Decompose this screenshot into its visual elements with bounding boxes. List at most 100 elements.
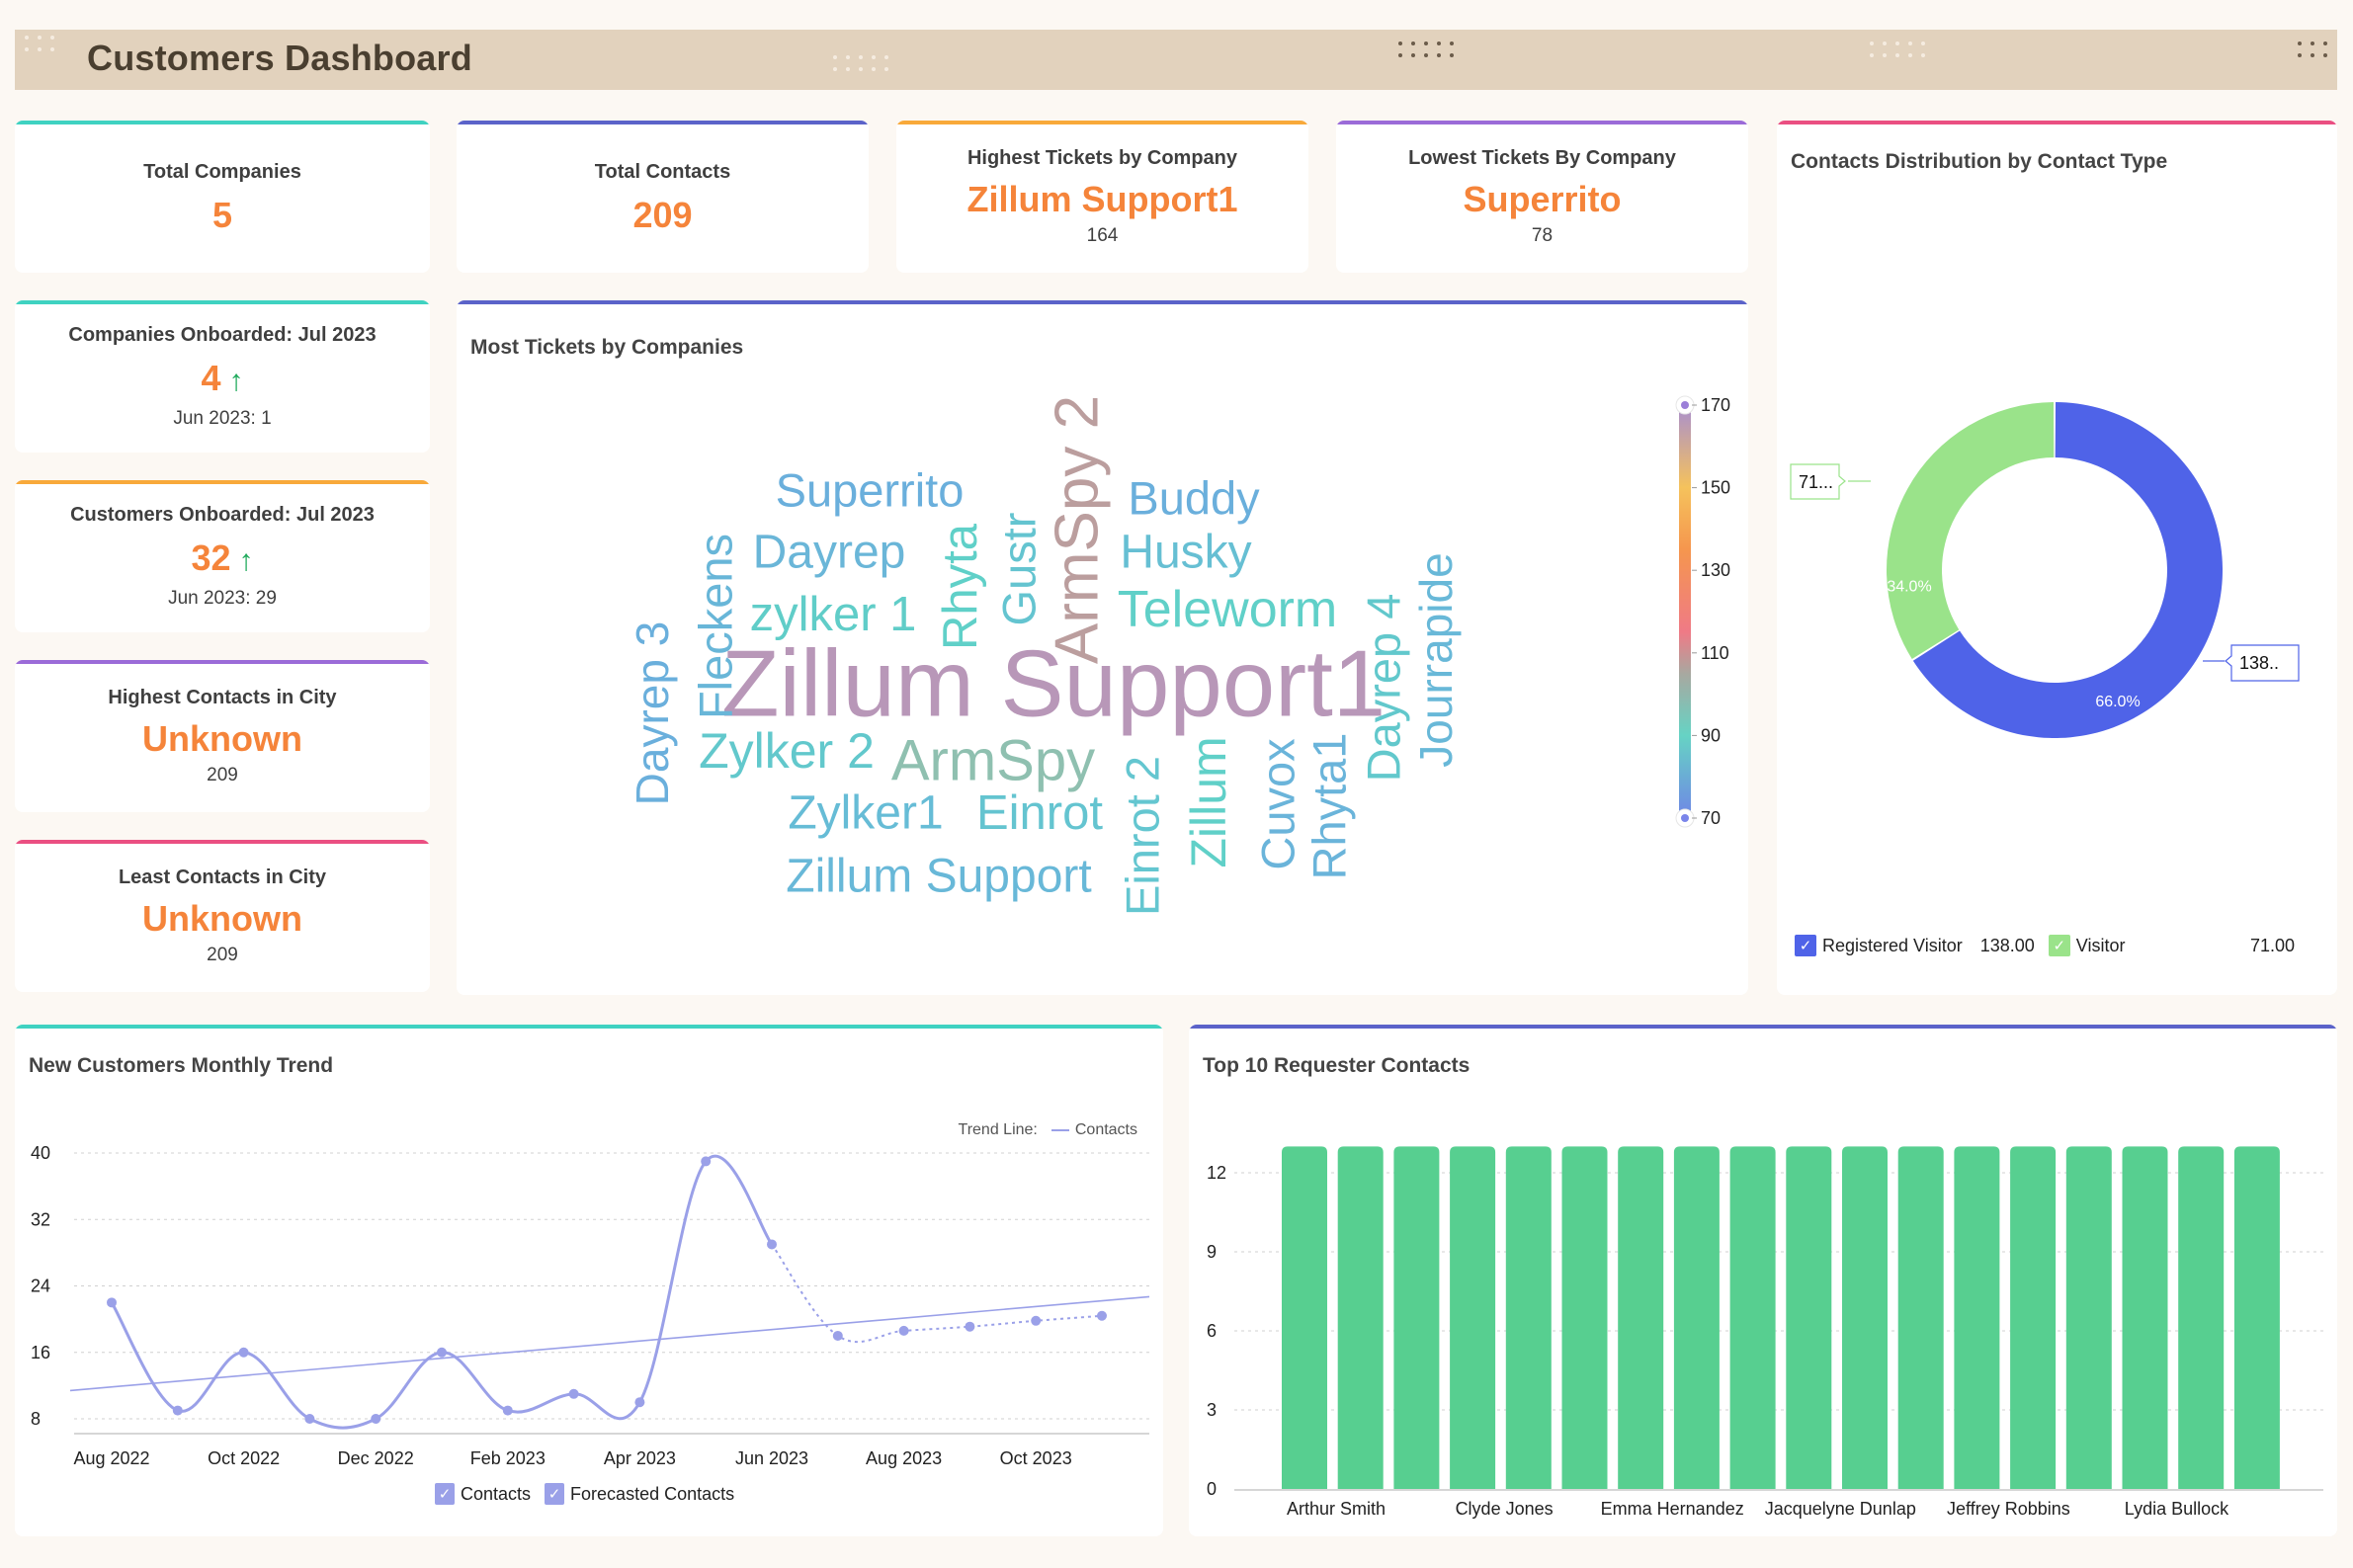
data-point-contacts [238, 1347, 249, 1358]
data-point-contacts [107, 1297, 117, 1308]
kpi-highest-tickets[interactable]: Highest Tickets by Company Zillum Suppor… [896, 121, 1308, 273]
kpi-least-contacts-city[interactable]: Least Contacts in City Unknown 209 [15, 840, 430, 992]
kpi-value: Unknown [142, 717, 302, 759]
legend-label: Forecasted Contacts [570, 1483, 735, 1504]
scale-tick-label: 130 [1701, 560, 1730, 580]
bar-chart-card: Top 10 Requester Contacts 0 3 6 9 12 Arthur S… [1189, 1025, 2337, 1536]
y-tick-label: 9 [1207, 1242, 1217, 1262]
word-cloud-word: zylker 1 [750, 588, 917, 641]
word-cloud-word: Einrot 2 [1117, 756, 1169, 916]
kpi-customers-onboarded[interactable]: Customers Onboarded: Jul 2023 32 ↑ Jun 20… [15, 480, 430, 632]
legend-checkbox-forecasted[interactable]: ✓ [545, 1483, 565, 1505]
word-cloud-word: ArmSpy [891, 729, 1095, 793]
scale-tick-label: 170 [1701, 395, 1730, 415]
trend-line-series: Contacts [1074, 1121, 1137, 1138]
donut-legend: ✓ Registered Visitor 138.00 ✓ Visitor 71… [1795, 935, 2318, 956]
donut-chart: 66.0% 34.0% 138.. 71... [1790, 402, 2300, 738]
word-cloud-word: Jourrapide [1410, 552, 1462, 767]
word-cloud-word: Zylker 2 [699, 723, 875, 779]
kpi-value: Superrito [1463, 178, 1622, 219]
word-cloud-word: Fleckens [690, 534, 742, 719]
word-cloud-card: Most Tickets by Companies Zillum Support… [457, 300, 1748, 995]
x-tick-label: Jeffrey Robbins [1947, 1499, 2070, 1519]
page-title: Customers Dashboard [87, 38, 472, 78]
kpi-title: Highest Contacts in City [108, 686, 337, 708]
kpi-sub: 164 [1086, 224, 1119, 246]
kpi-title: Companies Onboarded: Jul 2023 [68, 323, 377, 346]
legend-checkbox-registered-visitor[interactable]: ✓ [1795, 935, 1816, 956]
word-cloud-word: Cuvox [1252, 738, 1304, 869]
word-cloud-word: Zylker1 [788, 787, 943, 840]
scale-tick-label: 150 [1701, 478, 1730, 498]
slice-percent-label: 34.0% [1887, 579, 1931, 596]
kpi-value: Unknown [142, 897, 302, 939]
kpi-total-contacts[interactable]: Total Contacts 209 [457, 121, 869, 273]
data-point-contacts [634, 1397, 645, 1408]
decor-dots [833, 55, 888, 71]
kpi-title: Total Companies [143, 160, 301, 183]
kpi-lowest-tickets[interactable]: Lowest Tickets By Company Superrito 78 [1336, 121, 1748, 273]
word-cloud-word: Dayrep [753, 527, 906, 579]
trend-line-label: Trend Line: [958, 1121, 1038, 1138]
y-tick-label: 0 [1207, 1479, 1217, 1499]
kpi-title: Least Contacts in City [118, 866, 327, 888]
series-line-forecast [771, 1243, 1103, 1343]
word-cloud-word: Rhyta1 [1303, 733, 1356, 880]
dashboard-header: Customers Dashboard [15, 30, 2337, 90]
callout-value: 138.. [2239, 653, 2279, 673]
y-tick-label: 12 [1207, 1163, 1226, 1183]
kpi-title: Highest Tickets by Company [966, 146, 1238, 169]
trend-up-arrow-icon: ↑ [238, 543, 254, 577]
trend-line [69, 1295, 1150, 1392]
color-scale-bar [1679, 405, 1691, 818]
kpi-sub: Jun 2023: 1 [173, 407, 272, 429]
kpi-title: Total Contacts [594, 160, 731, 183]
word-cloud-word: Rhyta [934, 523, 987, 650]
legend-value: 71.00 [2249, 935, 2295, 955]
word-cloud-word: Gustr [993, 513, 1046, 626]
word-cloud-word: ArmSpy 2 [1044, 395, 1112, 664]
x-tick-label: Emma Hernandez [1601, 1499, 1744, 1519]
bar [2010, 1146, 2057, 1489]
decor-dots [25, 36, 54, 51]
data-point-contacts [437, 1347, 447, 1358]
callout-visitor: 71... [1790, 463, 1871, 500]
kpi-highest-contacts-city[interactable]: Highest Contacts in City Unknown 209 [15, 660, 430, 812]
bar [1842, 1146, 1888, 1489]
legend-checkbox-contacts[interactable]: ✓ [435, 1483, 455, 1505]
data-point-contacts [502, 1405, 513, 1416]
trend-line-legend: Trend Line: Contacts [959, 1121, 1137, 1139]
word-cloud-word: Dayrep 3 [627, 621, 678, 806]
kpi-total-companies[interactable]: Total Companies 5 [15, 121, 430, 273]
line-chart-card: New Customers Monthly Trend 8 16 24 32 40 Aug… [15, 1025, 1163, 1536]
kpi-companies-onboarded[interactable]: Companies Onboarded: Jul 2023 4 ↑ Jun 202… [15, 300, 430, 453]
legend-checkbox-visitor[interactable]: ✓ [2048, 935, 2070, 956]
slice-percent-label: 66.0% [2095, 694, 2140, 710]
bar [1673, 1146, 1720, 1489]
x-tick-label: Dec 2022 [338, 1448, 414, 1468]
data-point-contacts [304, 1414, 315, 1424]
data-point-contacts [371, 1414, 381, 1424]
x-tick-label: Jacquelyne Dunlap [1765, 1499, 1916, 1519]
word-cloud-word: Dayrep 4 [1358, 594, 1410, 783]
bar [1393, 1146, 1440, 1489]
line-chart: 8 16 24 32 40 Aug 2022 Oct 2022 Dec 2022 Feb 202… [31, 1143, 1150, 1468]
y-tick-label: 24 [31, 1277, 50, 1296]
scale-tick-label: 110 [1701, 643, 1729, 663]
scale-tick-label: 90 [1701, 725, 1721, 745]
x-tick-label: Lydia Bullock [2125, 1499, 2229, 1519]
kpi-number: 4 [201, 357, 221, 398]
bar [1561, 1146, 1608, 1489]
legend-label: Contacts [461, 1483, 532, 1504]
x-tick-label: Oct 2023 [1000, 1448, 1072, 1468]
y-tick-label: 6 [1207, 1321, 1217, 1341]
kpi-value: Zillum Support1 [966, 178, 1238, 219]
donut-slice [1887, 402, 2055, 659]
series-line-contacts [110, 1154, 774, 1430]
bar [1337, 1146, 1384, 1489]
data-point-forecast [1031, 1315, 1042, 1326]
kpi-sub: 78 [1531, 224, 1554, 246]
kpi-title: Customers Onboarded: Jul 2023 [70, 503, 375, 526]
word-cloud-word: Buddy [1128, 472, 1260, 525]
word-cloud-word: Zillum [1181, 736, 1236, 867]
